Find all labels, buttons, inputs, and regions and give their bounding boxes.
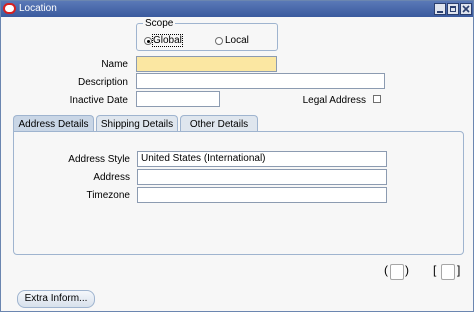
tab-other-details[interactable]: Other Details — [180, 115, 258, 131]
name-field[interactable] — [136, 56, 277, 72]
maximize-icon — [450, 6, 456, 12]
maximize-button[interactable] — [447, 3, 459, 15]
scope-global-label[interactable]: Global — [152, 34, 183, 47]
descriptive-flexfield-paren[interactable] — [390, 264, 404, 280]
description-field[interactable] — [136, 73, 385, 89]
inactive-date-label: Inactive Date — [69, 95, 128, 106]
descriptive-flexfield-bracket[interactable] — [441, 264, 455, 280]
scope-global-radio[interactable] — [144, 37, 152, 45]
address-field[interactable] — [137, 169, 387, 185]
close-icon — [462, 5, 470, 13]
right-bracket: ] — [457, 263, 461, 277]
address-style-label: Address Style — [68, 154, 130, 165]
inactive-date-field[interactable] — [136, 91, 220, 107]
close-button[interactable] — [460, 3, 472, 15]
scope-local-label[interactable]: Local — [225, 35, 249, 46]
address-label: Address — [93, 172, 130, 183]
left-paren: ( — [384, 263, 388, 277]
oracle-app-icon — [3, 3, 16, 14]
left-bracket: [ — [433, 263, 437, 277]
tab-shipping-details[interactable]: Shipping Details — [96, 115, 178, 131]
scope-label: Scope — [143, 18, 176, 29]
address-style-field[interactable]: United States (International) — [137, 151, 387, 167]
timezone-field[interactable] — [137, 187, 387, 203]
title-bar: Location — [1, 1, 473, 17]
right-paren: ) — [405, 263, 409, 277]
extra-info-button[interactable]: Extra Inform... — [17, 290, 95, 308]
scope-local-radio[interactable] — [215, 37, 223, 45]
location-window: Location Scope Global Local Name Descrip… — [0, 0, 474, 312]
timezone-label: Timezone — [86, 190, 130, 201]
minimize-icon — [437, 6, 443, 13]
legal-address-label: Legal Address — [302, 95, 366, 106]
minimize-button[interactable] — [434, 3, 446, 15]
description-label: Description — [77, 77, 128, 88]
legal-address-checkbox[interactable] — [373, 95, 381, 103]
window-title: Location — [19, 3, 57, 14]
tab-address-details[interactable]: Address Details — [13, 115, 94, 132]
name-label: Name — [101, 59, 128, 70]
